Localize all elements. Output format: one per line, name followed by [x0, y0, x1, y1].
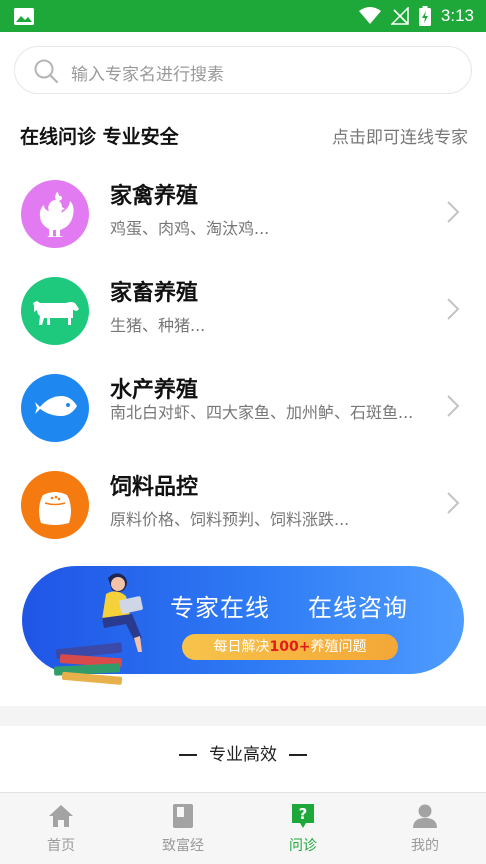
- home-icon: [49, 805, 73, 827]
- category-name: 饲料品控: [110, 475, 199, 500]
- question-icon: ?: [292, 804, 314, 828]
- wifi-icon: [358, 7, 381, 24]
- category-item-feed-quality[interactable]: 饲料品控 原料价格、饲料预判、饲料涨跌...: [0, 459, 486, 549]
- fish-icon: [35, 396, 77, 416]
- chevron-right-icon: [447, 395, 460, 417]
- category-name: 家畜养殖: [110, 281, 199, 306]
- category-icon-circle: [21, 471, 89, 539]
- dash-right: [289, 754, 307, 756]
- status-time: 3:13: [440, 6, 474, 25]
- svg-text:?: ?: [299, 805, 308, 823]
- tab-label: 首页: [47, 838, 75, 854]
- banner-badge: 每日解决100+养殖问题: [182, 634, 398, 660]
- expert-online-banner[interactable]: 专家在线 在线咨询 每日解决100+养殖问题: [22, 566, 464, 685]
- chevron-right-icon: [447, 298, 460, 320]
- reading-woman-illustration: [53, 573, 143, 685]
- badge-prefix: 每日解决: [213, 639, 270, 655]
- category-item-poultry[interactable]: 家禽养殖 鸡蛋、肉鸡、淘汰鸡...: [0, 168, 486, 258]
- badge-suffix: 养殖问题: [310, 639, 367, 655]
- chevron-right-icon: [447, 492, 460, 514]
- no-signal-icon: [390, 7, 409, 25]
- tab-home[interactable]: 首页: [0, 793, 122, 864]
- category-desc: 原料价格、饲料预判、饲料涨跌...: [110, 510, 350, 529]
- banner-title-right: 在线咨询: [308, 594, 408, 622]
- feed-bag-icon: [39, 492, 71, 525]
- category-item-aquaculture[interactable]: 水产养殖 南北白对虾、四大家鱼、加州鲈、石斑鱼...: [0, 362, 486, 452]
- category-icon-circle: [21, 277, 89, 345]
- tab-label: 我的: [411, 838, 439, 854]
- tab-label: 致富经: [162, 838, 204, 854]
- user-icon: [413, 804, 437, 828]
- status-bar: 3:13: [0, 0, 486, 32]
- subsection-title: 专业高效: [209, 745, 277, 765]
- subsection-header: 专业高效: [0, 740, 486, 765]
- category-name: 水产养殖: [110, 378, 199, 403]
- tab-label: 问诊: [289, 838, 317, 854]
- tab-consult[interactable]: ? 问诊: [242, 793, 364, 864]
- category-desc: 鸡蛋、肉鸡、淘汰鸡...: [110, 219, 270, 238]
- image-notification-icon: [14, 8, 34, 25]
- category-desc: 南北白对虾、四大家鱼、加州鲈、石斑鱼...: [110, 403, 414, 422]
- tab-wealth-guide[interactable]: 致富经: [122, 793, 244, 864]
- book-icon: [173, 804, 193, 828]
- section-divider: [0, 706, 486, 726]
- category-icon-circle: [21, 374, 89, 442]
- battery-charging-icon: [418, 6, 431, 26]
- cow-icon: [33, 301, 79, 325]
- chevron-right-icon: [447, 201, 460, 223]
- bottom-tab-bar: 首页 致富经 ? 问诊 我的: [0, 792, 486, 864]
- section-header: 在线问诊 专业安全 点击即可连线专家: [20, 122, 468, 150]
- section-hint[interactable]: 点击即可连线专家: [332, 123, 468, 148]
- chicken-icon: [39, 192, 74, 237]
- tab-profile[interactable]: 我的: [364, 793, 486, 864]
- category-icon-circle: [21, 180, 89, 248]
- category-item-livestock[interactable]: 家畜养殖 生猪、种猪...: [0, 265, 486, 355]
- banner-title-left: 专家在线: [170, 594, 270, 622]
- category-desc: 生猪、种猪...: [110, 316, 206, 335]
- section-title: 在线问诊 专业安全: [20, 126, 179, 148]
- search-placeholder: 输入专家名进行搜素: [71, 65, 224, 85]
- category-name: 家禽养殖: [110, 184, 199, 209]
- search-icon: [34, 59, 59, 84]
- search-input[interactable]: 输入专家名进行搜素: [14, 46, 472, 94]
- badge-highlight: 100+: [269, 639, 311, 655]
- dash-left: [179, 754, 197, 756]
